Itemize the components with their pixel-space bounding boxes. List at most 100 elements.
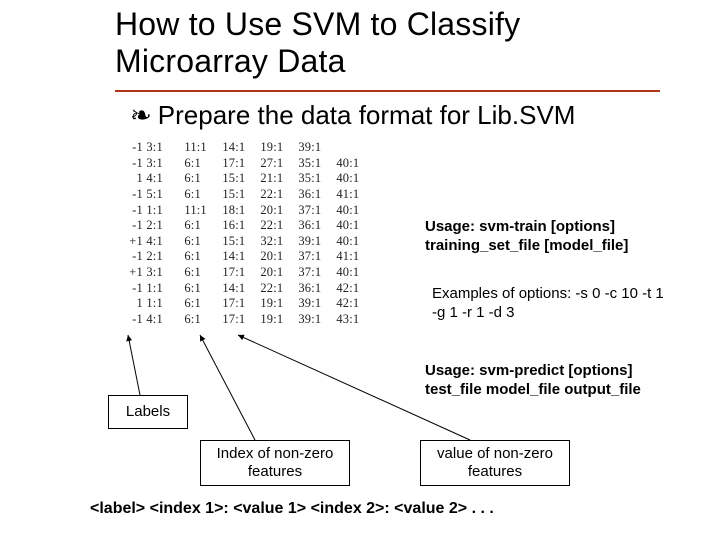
data-cell: 6:1 <box>184 296 222 312</box>
data-cell: 37:1 <box>298 249 336 265</box>
data-cell: 6:1 <box>184 218 222 234</box>
options-example-text: Examples of options: -s 0 -c 10 -t 1 -g … <box>432 285 672 323</box>
data-cell: 6:1 <box>184 249 222 265</box>
data-cell: 6:1 <box>184 171 222 187</box>
data-cell: 40:1 <box>336 265 374 281</box>
data-cell: 35:1 <box>298 156 336 172</box>
data-cell: 36:1 <box>298 218 336 234</box>
data-cell: 43:1 <box>336 312 374 328</box>
data-cell: 6:1 <box>184 312 222 328</box>
data-row: -1 4:16:117:119:139:143:1 <box>115 312 400 328</box>
data-row: 1 4:16:115:121:135:140:1 <box>115 171 400 187</box>
data-label: -1 <box>115 203 143 219</box>
data-cell: 42:1 <box>336 281 374 297</box>
data-cell: 6:1 <box>184 234 222 250</box>
data-cell: 6:1 <box>184 265 222 281</box>
data-cell: 35:1 <box>298 171 336 187</box>
data-cell: 40:1 <box>336 171 374 187</box>
data-cell: 1:1 <box>146 203 184 219</box>
data-cell: 36:1 <box>298 281 336 297</box>
data-row: 1 1:16:117:119:139:142:1 <box>115 296 400 312</box>
data-label: 1 <box>115 171 143 187</box>
data-row: -1 3:16:117:127:135:140:1 <box>115 156 400 172</box>
data-cell: 27:1 <box>260 156 298 172</box>
data-cell: 42:1 <box>336 296 374 312</box>
data-row: +1 4:16:115:132:139:140:1 <box>115 234 400 250</box>
data-cell: 14:1 <box>222 140 260 156</box>
data-cell: 11:1 <box>184 140 222 156</box>
data-cell: 4:1 <box>146 171 184 187</box>
data-label: -1 <box>115 156 143 172</box>
data-row: -1 1:111:118:120:137:140:1 <box>115 203 400 219</box>
data-cell: 20:1 <box>260 265 298 281</box>
data-row: -1 2:16:114:120:137:141:1 <box>115 249 400 265</box>
data-label: -1 <box>115 218 143 234</box>
data-cell: 20:1 <box>260 203 298 219</box>
data-label: -1 <box>115 140 143 156</box>
bullet-glyph: ❧ <box>130 101 152 130</box>
data-cell: 6:1 <box>184 187 222 203</box>
data-cell: 4:1 <box>146 234 184 250</box>
data-cell: 15:1 <box>222 171 260 187</box>
data-label: -1 <box>115 281 143 297</box>
data-cell: 17:1 <box>222 265 260 281</box>
callout-value: value of non-zero features <box>420 440 570 486</box>
data-cell: 40:1 <box>336 156 374 172</box>
data-cell: 32:1 <box>260 234 298 250</box>
data-cell: 17:1 <box>222 296 260 312</box>
data-cell: 2:1 <box>146 249 184 265</box>
data-cell: 14:1 <box>222 249 260 265</box>
data-label: +1 <box>115 265 143 281</box>
data-cell: 41:1 <box>336 249 374 265</box>
usage-train-text: Usage: svm-train [options] training_set_… <box>425 218 675 256</box>
data-cell: 19:1 <box>260 140 298 156</box>
data-cell: 16:1 <box>222 218 260 234</box>
data-cell: 41:1 <box>336 187 374 203</box>
bullet-line: ❧Prepare the data format for Lib.SVM <box>130 100 575 131</box>
data-row: -1 5:16:115:122:136:141:1 <box>115 187 400 203</box>
data-cell: 3:1 <box>146 140 184 156</box>
libsvm-data-sample: -1 3:111:114:119:139:1-1 3:16:117:127:13… <box>115 140 400 328</box>
data-cell: 40:1 <box>336 203 374 219</box>
title-underline <box>115 90 660 92</box>
data-cell: 36:1 <box>298 187 336 203</box>
data-cell: 17:1 <box>222 312 260 328</box>
data-row: -1 2:16:116:122:136:140:1 <box>115 218 400 234</box>
data-cell: 22:1 <box>260 281 298 297</box>
data-cell: 39:1 <box>298 234 336 250</box>
data-label: -1 <box>115 312 143 328</box>
data-cell: 17:1 <box>222 156 260 172</box>
data-cell: 21:1 <box>260 171 298 187</box>
data-cell: 1:1 <box>146 296 184 312</box>
data-label: -1 <box>115 187 143 203</box>
format-pattern-line: <label> <index 1>: <value 1> <index 2>: … <box>90 500 494 518</box>
data-row: -1 3:111:114:119:139:1 <box>115 140 400 156</box>
data-cell: 37:1 <box>298 265 336 281</box>
data-cell: 3:1 <box>146 265 184 281</box>
data-label: 1 <box>115 296 143 312</box>
data-cell: 3:1 <box>146 156 184 172</box>
data-cell: 39:1 <box>298 312 336 328</box>
data-label: +1 <box>115 234 143 250</box>
callout-index: Index of non-zero features <box>200 440 350 486</box>
data-cell: 20:1 <box>260 249 298 265</box>
slide-title: How to Use SVM to Classify Microarray Da… <box>115 6 675 80</box>
data-row: -1 1:16:114:122:136:142:1 <box>115 281 400 297</box>
data-cell: 19:1 <box>260 296 298 312</box>
data-cell: 5:1 <box>146 187 184 203</box>
data-cell: 18:1 <box>222 203 260 219</box>
data-cell: 15:1 <box>222 187 260 203</box>
data-cell: 1:1 <box>146 281 184 297</box>
data-cell: 2:1 <box>146 218 184 234</box>
usage-predict-text: Usage: svm-predict [options] test_file m… <box>425 362 675 400</box>
data-cell: 15:1 <box>222 234 260 250</box>
data-cell: 39:1 <box>298 140 336 156</box>
callout-labels: Labels <box>108 395 188 429</box>
data-cell: 14:1 <box>222 281 260 297</box>
data-cell: 19:1 <box>260 312 298 328</box>
bullet-text: Prepare the data format for Lib.SVM <box>158 100 576 130</box>
data-cell: 37:1 <box>298 203 336 219</box>
data-cell: 6:1 <box>184 156 222 172</box>
data-cell: 39:1 <box>298 296 336 312</box>
data-cell: 22:1 <box>260 218 298 234</box>
